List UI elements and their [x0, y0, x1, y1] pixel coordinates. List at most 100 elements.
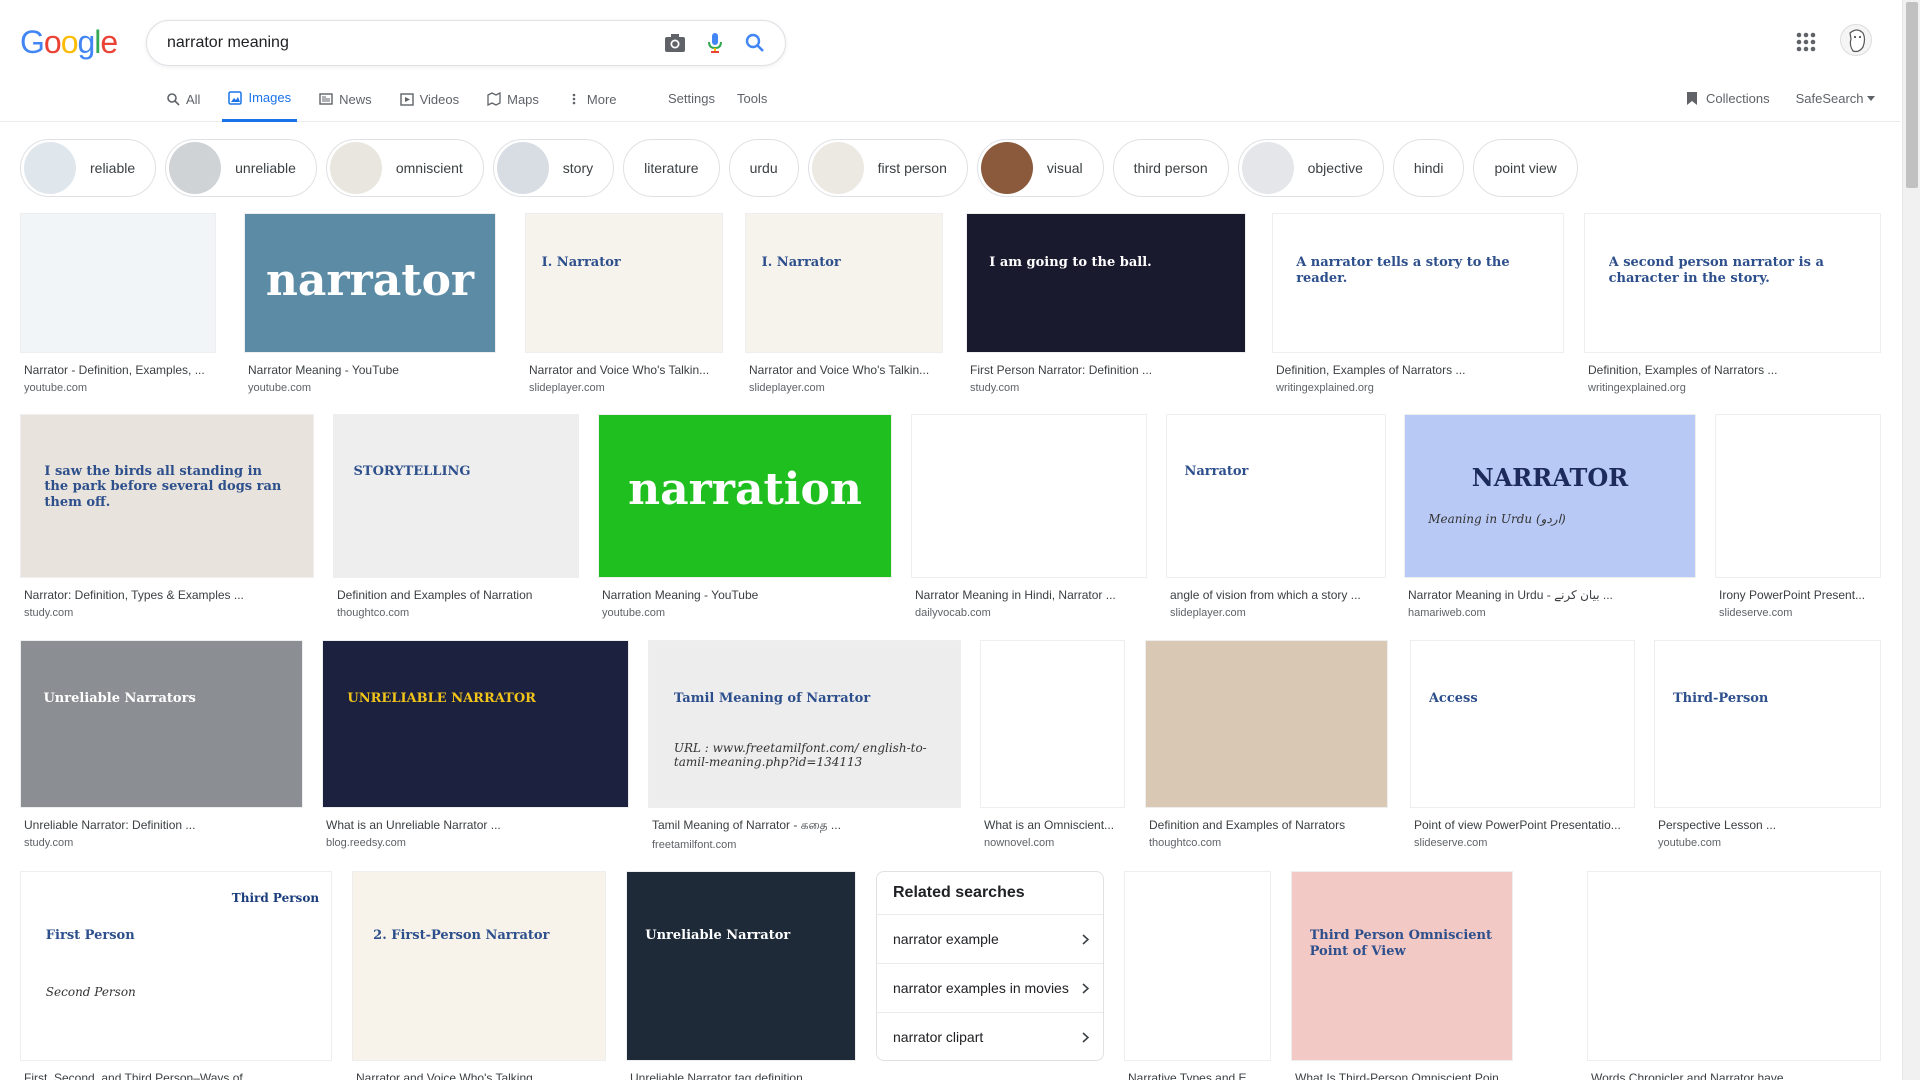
- result-caption[interactable]: Narrator Meaning in Hindi, Narrator ...: [911, 588, 1147, 602]
- image-result[interactable]: Narrator angle of vision from which a sto…: [1166, 414, 1386, 619]
- result-thumbnail[interactable]: narration: [598, 414, 892, 578]
- related-search-item[interactable]: narrator clipart: [877, 1012, 1103, 1061]
- result-thumbnail[interactable]: I. Narrator: [525, 213, 723, 353]
- image-result[interactable]: Unreliable Narrator Unreliable Narrator t…: [626, 871, 856, 1080]
- chip-urdu[interactable]: urdu: [728, 139, 799, 197]
- result-source[interactable]: youtube.com: [1654, 837, 1881, 849]
- result-thumbnail[interactable]: I am going to the ball.: [966, 213, 1246, 353]
- result-caption[interactable]: Definition and Examples of Narration: [333, 588, 579, 602]
- result-source[interactable]: hamariweb.com: [1404, 607, 1696, 619]
- result-caption[interactable]: First, Second, and Third Person–Ways of …: [20, 1071, 332, 1080]
- chip-first-person[interactable]: first person: [807, 139, 968, 197]
- image-result[interactable]: Third-Person Perspective Lesson ... youtub…: [1654, 640, 1881, 849]
- tab-more[interactable]: More: [561, 88, 623, 122]
- result-caption[interactable]: Irony PowerPoint Present...: [1715, 588, 1881, 602]
- result-source[interactable]: blog.reedsy.com: [322, 837, 629, 849]
- image-result[interactable]: I saw the birds all standing in the park…: [20, 414, 314, 619]
- result-caption[interactable]: Tamil Meaning of Narrator - கதை ...: [648, 818, 961, 834]
- tab-all[interactable]: All: [160, 88, 206, 122]
- image-result[interactable]: NARRATOR Meaning in Urdu (اردو) Narrator M…: [1404, 414, 1696, 619]
- image-result[interactable]: Third Person Omniscient Point of View Wha…: [1291, 871, 1513, 1080]
- chip-visual[interactable]: visual: [976, 139, 1104, 197]
- image-result[interactable]: A narrator tells a story to the reader. D…: [1272, 213, 1564, 394]
- result-caption[interactable]: Narrator Meaning - YouTube: [244, 363, 496, 377]
- chip-unreliable[interactable]: unreliable: [165, 139, 317, 197]
- result-thumbnail[interactable]: [1715, 414, 1881, 578]
- result-thumbnail[interactable]: I saw the birds all standing in the park…: [20, 414, 314, 578]
- result-source[interactable]: slideplayer.com: [745, 382, 943, 394]
- result-thumbnail[interactable]: Tamil Meaning of Narrator URL : www.freet…: [648, 640, 961, 808]
- result-thumbnail[interactable]: Unreliable Narrators: [20, 640, 303, 808]
- apps-grid-icon[interactable]: [1795, 31, 1819, 55]
- result-source[interactable]: study.com: [966, 382, 1246, 394]
- result-source[interactable]: writingexplained.org: [1584, 382, 1881, 394]
- tab-maps[interactable]: Maps: [481, 88, 545, 122]
- result-caption[interactable]: Narrator Meaning in Urdu - بیان کرنے ...: [1404, 588, 1696, 602]
- result-source[interactable]: nownovel.com: [980, 837, 1125, 849]
- image-result[interactable]: Irony PowerPoint Present... slideserve.co…: [1715, 414, 1881, 619]
- search-input[interactable]: narrator meaning: [167, 34, 647, 52]
- result-source[interactable]: writingexplained.org: [1272, 382, 1564, 394]
- result-thumbnail[interactable]: [980, 640, 1125, 808]
- result-thumbnail[interactable]: Unreliable Narrator: [626, 871, 856, 1061]
- result-caption[interactable]: First Person Narrator: Definition ...: [966, 363, 1246, 377]
- result-thumbnail[interactable]: Access: [1410, 640, 1635, 808]
- settings-link[interactable]: Settings: [668, 91, 715, 106]
- result-caption[interactable]: Perspective Lesson ...: [1654, 818, 1881, 832]
- google-logo[interactable]: Google: [20, 24, 118, 61]
- result-thumbnail[interactable]: 2. First-Person Narrator: [352, 871, 606, 1061]
- result-source[interactable]: youtube.com: [598, 607, 892, 619]
- result-caption[interactable]: Definition and Examples of Narrators: [1145, 818, 1388, 832]
- image-result[interactable]: UNRELIABLE NARRATOR What is an Unreliable…: [322, 640, 629, 849]
- related-search-item[interactable]: narrator examples in movies: [877, 963, 1103, 1012]
- image-result[interactable]: STORYTELLING Definition and Examples of N…: [333, 414, 579, 619]
- result-caption[interactable]: Narrator - Definition, Examples, ...: [20, 363, 216, 377]
- avatar[interactable]: [1840, 24, 1872, 56]
- result-source[interactable]: slideserve.com: [1715, 607, 1881, 619]
- search-box[interactable]: narrator meaning: [146, 20, 786, 66]
- result-thumbnail[interactable]: narrator: [244, 213, 496, 353]
- image-result[interactable]: 2. First-Person Narrator Narrator and Voi…: [352, 871, 606, 1080]
- result-source[interactable]: thoughtco.com: [1145, 837, 1388, 849]
- result-source[interactable]: slideserve.com: [1410, 837, 1635, 849]
- image-result[interactable]: I. Narrator Narrator and Voice Who's Talk…: [525, 213, 723, 394]
- tools-link[interactable]: Tools: [737, 91, 767, 106]
- result-source[interactable]: freetamilfont.com: [648, 839, 961, 851]
- chip-point-view[interactable]: point view: [1473, 139, 1578, 197]
- camera-icon[interactable]: [663, 31, 687, 55]
- result-caption[interactable]: Definition, Examples of Narrators ...: [1584, 363, 1881, 377]
- result-thumbnail[interactable]: A narrator tells a story to the reader.: [1272, 213, 1564, 353]
- image-result[interactable]: Unreliable Narrators Unreliable Narrator:…: [20, 640, 303, 849]
- scrollbar-thumb[interactable]: [1906, 2, 1918, 188]
- tab-news[interactable]: News: [313, 88, 378, 122]
- result-caption[interactable]: Definition, Examples of Narrators ...: [1272, 363, 1564, 377]
- collections-button[interactable]: Collections: [1686, 91, 1770, 106]
- search-icon[interactable]: [743, 31, 767, 55]
- result-caption[interactable]: Unreliable Narrator tag definition ...: [626, 1071, 856, 1080]
- result-thumbnail[interactable]: [1587, 871, 1881, 1061]
- image-result[interactable]: Tamil Meaning of Narrator URL : www.freet…: [648, 640, 961, 851]
- result-thumbnail[interactable]: First Person Second Person Third Person: [20, 871, 332, 1061]
- result-caption[interactable]: What is an Omniscient...: [980, 818, 1125, 832]
- result-thumbnail[interactable]: A second person narrator is a character …: [1584, 213, 1881, 353]
- result-caption[interactable]: Narrator and Voice Who's Talkin...: [525, 363, 723, 377]
- result-thumbnail[interactable]: [1145, 640, 1388, 808]
- result-thumbnail[interactable]: [1124, 871, 1271, 1061]
- result-caption[interactable]: Words Chronicler and Narrator have ...: [1587, 1071, 1881, 1080]
- chip-literature[interactable]: literature: [623, 139, 720, 197]
- image-result[interactable]: I. Narrator Narrator and Voice Who's Talk…: [745, 213, 943, 394]
- chip-reliable[interactable]: reliable: [20, 139, 157, 197]
- related-search-item[interactable]: narrator example: [877, 914, 1103, 963]
- result-caption[interactable]: Narrator and Voice Who's Talkin...: [745, 363, 943, 377]
- result-source[interactable]: study.com: [20, 607, 314, 619]
- result-thumbnail[interactable]: I. Narrator: [745, 213, 943, 353]
- image-result[interactable]: Access Point of view PowerPoint Presentat…: [1410, 640, 1635, 849]
- chip-third-person[interactable]: third person: [1112, 139, 1229, 197]
- safesearch-dropdown[interactable]: SafeSearch: [1796, 91, 1875, 106]
- image-result[interactable]: Narrator Meaning in Hindi, Narrator ... d…: [911, 414, 1147, 619]
- result-thumbnail[interactable]: NARRATOR Meaning in Urdu (اردو): [1404, 414, 1696, 578]
- image-result[interactable]: narrator Narrator Meaning - YouTube youtub…: [244, 213, 496, 394]
- result-caption[interactable]: Narrator: Definition, Types & Examples .…: [20, 588, 314, 602]
- chip-omniscient[interactable]: omniscient: [325, 139, 484, 197]
- tab-videos[interactable]: Videos: [394, 88, 466, 122]
